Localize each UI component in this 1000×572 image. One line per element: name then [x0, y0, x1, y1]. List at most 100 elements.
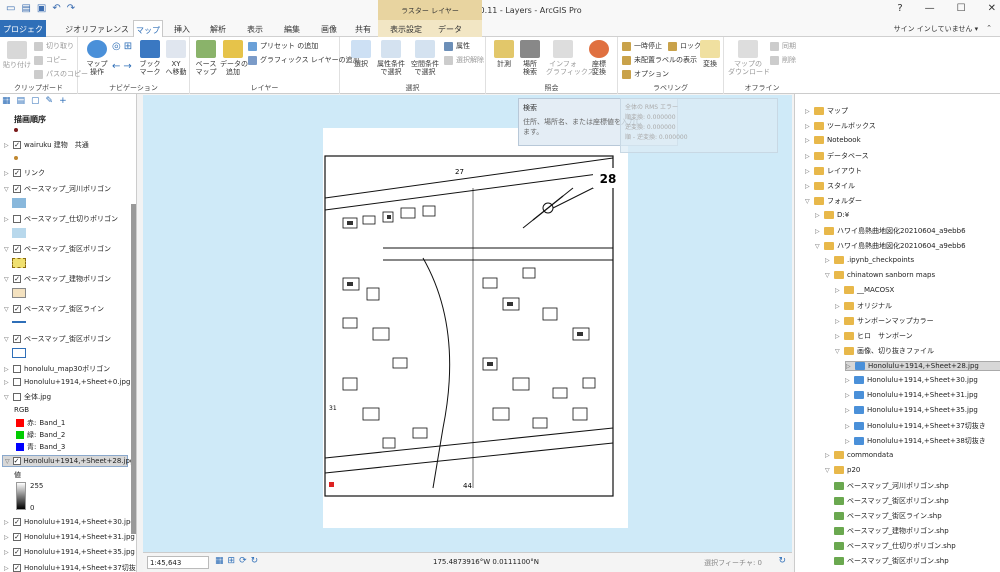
- layer-row[interactable]: ▷ ✓ リンク: [4, 168, 45, 178]
- layer-row[interactable]: ▷ ✓ Honolulu+1914,+Sheet+31.jpg: [4, 533, 135, 541]
- help-button[interactable]: ?: [897, 3, 902, 14]
- catalog-row[interactable]: ▷ commondata: [825, 451, 893, 459]
- catalog-row[interactable]: ベースマップ_街区ポリゴン.shp: [825, 496, 949, 506]
- catalog-row[interactable]: ベースマップ_街区ポリゴン.shp: [825, 556, 949, 566]
- paste-button[interactable]: 貼り付け: [2, 41, 32, 69]
- catalog-row[interactable]: ▷ スタイル: [805, 181, 855, 191]
- selected-layer-row[interactable]: ▽ ✓ Honolulu+1914,+Sheet+28.jpg: [2, 455, 134, 467]
- catalog-row[interactable]: ▷ D:¥: [815, 211, 849, 219]
- sanborn-map-sheet[interactable]: 28 27 44 31: [323, 128, 628, 528]
- clear-selection-button[interactable]: 選択解除: [444, 55, 484, 65]
- convert-coordinates-button[interactable]: 座標 変換: [586, 40, 612, 76]
- layer-row[interactable]: ▷ ✓ Honolulu+1914,+Sheet+30.jpg: [4, 518, 135, 526]
- layer-checkbox[interactable]: [13, 365, 21, 373]
- catalog-row[interactable]: ▷ Honolulu+1914,+Sheet+31.jpg: [845, 391, 978, 399]
- maximize-button[interactable]: ☐: [957, 3, 966, 14]
- layer-row[interactable]: ▷ ベースマップ_仕切りポリゴン: [4, 214, 118, 224]
- expand-icon[interactable]: ▽: [825, 272, 831, 279]
- layer-checkbox[interactable]: ✓: [13, 169, 21, 177]
- catalog-row[interactable]: ▷ __MACOSX: [835, 286, 894, 294]
- expand-icon[interactable]: ▷: [805, 183, 811, 190]
- layer-row[interactable]: ▽ ✓ ベースマップ_街区ポリゴン: [4, 334, 111, 344]
- layer-row[interactable]: ▽ 全体.jpg: [4, 392, 51, 402]
- catalog-row[interactable]: ▷ マップ: [805, 106, 848, 116]
- expand-icon[interactable]: ▷: [805, 123, 811, 130]
- catalog-row[interactable]: ベースマップ_街区ライン.shp: [825, 511, 942, 521]
- layer-checkbox[interactable]: ✓: [13, 245, 21, 253]
- catalog-row[interactable]: ▷ Honolulu+1914,+Sheet+30.jpg: [845, 376, 978, 384]
- expand-icon[interactable]: ▷: [835, 318, 841, 325]
- expand-icon[interactable]: ▷: [815, 212, 821, 219]
- layer-checkbox[interactable]: [13, 393, 21, 401]
- layer-row[interactable]: ▷ honolulu_map30ポリゴン: [4, 364, 110, 374]
- tab-data[interactable]: データ: [434, 20, 466, 37]
- view-unplaced-button[interactable]: 未配置ラベルの表示: [622, 55, 697, 65]
- contents-scrollbar[interactable]: [131, 204, 136, 534]
- layer-checkbox[interactable]: [13, 378, 21, 386]
- catalog-row[interactable]: ▷ Honolulu+1914,+Sheet+35.jpg: [845, 406, 978, 414]
- list-by-source-icon[interactable]: ▤: [17, 96, 26, 106]
- snap-icon[interactable]: ⊞: [228, 556, 236, 566]
- history-controls[interactable]: ← →: [112, 61, 132, 72]
- catalog-row[interactable]: ▷ オリジナル: [835, 301, 892, 311]
- layer-checkbox[interactable]: ✓: [13, 533, 21, 541]
- refresh-map-icon[interactable]: ↻: [778, 556, 786, 566]
- rotate-icon[interactable]: ⟳: [239, 556, 247, 566]
- layer-row[interactable]: ▽ ✓ ベースマップ_街区ポリゴン: [4, 244, 111, 254]
- expand-icon[interactable]: ▽: [805, 198, 811, 205]
- catalog-row[interactable]: ベースマップ_仕切りポリゴン.shp: [825, 541, 956, 551]
- select-by-location-button[interactable]: 空間条件 で選択: [410, 40, 440, 76]
- tab-georeference[interactable]: ジオリファレンス: [62, 20, 132, 37]
- forward-icon[interactable]: →: [123, 61, 131, 72]
- measure-button[interactable]: 計測: [492, 40, 516, 68]
- expand-icon[interactable]: ▷: [835, 333, 841, 340]
- expand-icon[interactable]: ▷: [835, 287, 841, 294]
- layer-checkbox[interactable]: ✓: [13, 548, 21, 556]
- tab-analysis[interactable]: 解析: [203, 20, 233, 37]
- layer-checkbox[interactable]: ✓: [13, 518, 21, 526]
- convert-labels-button[interactable]: 変換: [698, 40, 722, 68]
- layer-checkbox[interactable]: ✓: [13, 335, 21, 343]
- expand-icon[interactable]: ▷: [835, 303, 841, 310]
- minimize-button[interactable]: —: [925, 3, 935, 14]
- infographics-button[interactable]: インフォ グラフィックス: [546, 40, 595, 76]
- expand-icon[interactable]: ▽: [825, 467, 831, 474]
- bookmarks-button[interactable]: ブック マーク: [138, 40, 162, 76]
- tab-edit[interactable]: 編集: [277, 20, 307, 37]
- layer-row[interactable]: ▷ ✓ Honolulu+1914,+Sheet+37切抜: [4, 563, 136, 572]
- expand-icon[interactable]: ▷: [805, 137, 811, 144]
- layer-checkbox[interactable]: ✓: [13, 564, 21, 572]
- remove-button[interactable]: 削除: [770, 55, 796, 65]
- layer-row[interactable]: ▽ ✓ ベースマップ_建物ポリゴン: [4, 274, 111, 284]
- refresh-icon[interactable]: ↻: [251, 556, 259, 566]
- expand-icon[interactable]: ▷: [845, 377, 851, 384]
- ribbon-collapse-icon[interactable]: ⌃: [986, 24, 992, 34]
- select-button[interactable]: 選択: [348, 40, 374, 68]
- tab-share[interactable]: 共有: [350, 20, 376, 37]
- zoom-controls[interactable]: ◎ ⊞: [112, 41, 132, 52]
- explore-button[interactable]: マップ 操作: [84, 40, 110, 76]
- close-button[interactable]: ✕: [988, 3, 996, 14]
- expand-icon[interactable]: ▷: [846, 363, 852, 370]
- catalog-row[interactable]: ▷ ハワイ島熱曲地図化20210604_a9ebb6: [815, 226, 966, 236]
- catalog-row[interactable]: ▷ .ipynb_checkpoints: [825, 256, 914, 264]
- catalog-row[interactable]: ▷ Honolulu+1914,+Sheet+38切抜き: [845, 436, 986, 446]
- layer-row[interactable]: ▷ ✓ wairuku 建物 共通: [4, 140, 89, 150]
- tab-project[interactable]: プロジェクト: [0, 20, 46, 45]
- lock-labels-button[interactable]: ロック: [668, 41, 701, 51]
- catalog-row[interactable]: ▷ ヒロ サンボーン: [835, 331, 913, 341]
- sync-button[interactable]: 同期: [770, 41, 796, 51]
- add-icon[interactable]: +: [59, 96, 67, 106]
- catalog-row[interactable]: ▷ レイアウト: [805, 166, 862, 176]
- list-by-editing-icon[interactable]: ✎: [46, 96, 54, 106]
- layer-checkbox[interactable]: [13, 215, 21, 223]
- scale-selector[interactable]: 1:45,643: [147, 556, 209, 569]
- tab-map[interactable]: マップ: [133, 20, 163, 37]
- grid-icon[interactable]: ▦: [215, 556, 224, 566]
- catalog-row[interactable]: ▷ ツールボックス: [805, 121, 876, 131]
- add-data-button[interactable]: データの 追加: [220, 40, 248, 76]
- list-by-drawing-order-icon[interactable]: ▦: [2, 96, 11, 106]
- expand-icon[interactable]: ▽: [815, 243, 821, 250]
- expand-icon[interactable]: ▷: [845, 407, 851, 414]
- catalog-row[interactable]: ベースマップ_建物ポリゴン.shp: [825, 526, 949, 536]
